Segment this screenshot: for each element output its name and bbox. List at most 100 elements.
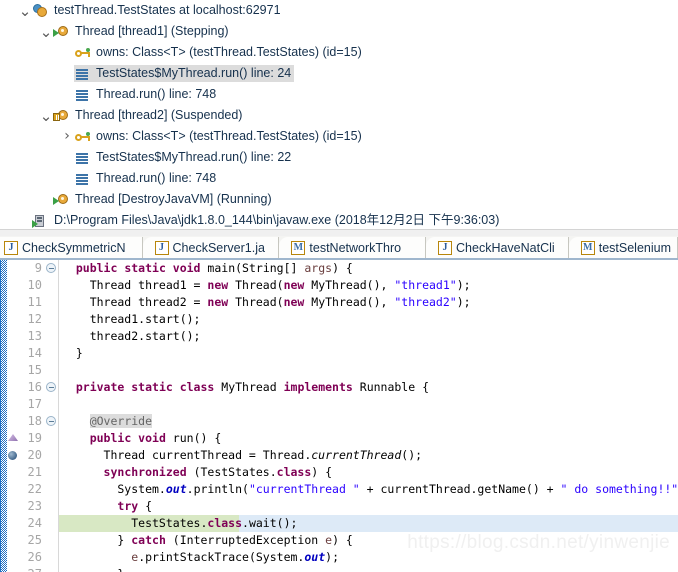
debug-tree-row[interactable]: TestStates$MyThread.run() line: 22: [0, 147, 678, 168]
code-line[interactable]: Thread currentThread = Thread.currentThr…: [59, 447, 678, 464]
tree-row-content[interactable]: Thread [DestroyJavaVM] (Running): [53, 191, 275, 208]
code-line[interactable]: thread1.start();: [59, 311, 678, 328]
line-number: 22: [27, 482, 42, 496]
chevron-down-icon[interactable]: ⌄: [18, 3, 32, 18]
fold-collapse-icon[interactable]: [46, 416, 56, 426]
tree-row-content[interactable]: TestStates$MyThread.run() line: 22: [74, 149, 294, 166]
code-line[interactable]: public void run() {: [59, 430, 678, 447]
debug-tree-row[interactable]: owns: Class<T> (testThread.TestStates) (…: [0, 42, 678, 63]
chevron-right-icon[interactable]: ›: [60, 126, 74, 147]
debug-tree-row[interactable]: ⌄ testThread.TestStates at localhost:6297…: [0, 0, 678, 21]
code-text-area[interactable]: public static void main(String[] args) {…: [59, 260, 678, 572]
code-token: public void: [89, 431, 166, 445]
tree-row-label: owns: Class<T> (testThread.TestStates) (…: [96, 129, 362, 143]
editor-tab[interactable]: J CheckHaveNatCli: [426, 237, 569, 259]
java-file-icon: J: [154, 241, 169, 255]
tree-row-content[interactable]: owns: Class<T> (testThread.TestStates) (…: [74, 128, 365, 145]
editor-tab[interactable]: MtestNetworkThro: [279, 237, 427, 259]
code-line-text: Thread currentThread = Thread.currentThr…: [62, 448, 423, 462]
tree-row-content[interactable]: testThread.TestStates at localhost:62971: [32, 2, 284, 19]
tree-row-content[interactable]: Thread [thread1] (Stepping): [53, 23, 232, 40]
code-line-text: synchronized (TestStates.class) {: [62, 465, 333, 479]
monitor-key-icon: [74, 45, 91, 61]
breakpoint-icon[interactable]: [8, 451, 17, 460]
code-token: Thread(: [228, 278, 284, 292]
override-marker-icon[interactable]: [8, 434, 18, 441]
code-line[interactable]: Thread thread2 = new Thread(new MyThread…: [59, 294, 678, 311]
code-token: {: [138, 499, 153, 513]
code-token: }: [62, 346, 83, 360]
debug-view[interactable]: ⌄ testThread.TestStates at localhost:6297…: [0, 0, 678, 229]
code-line[interactable]: } catch (InterruptedException e) {: [59, 532, 678, 549]
code-line[interactable]: e.printStackTrace(System.out);: [59, 549, 678, 566]
editor-tab[interactable]: J CheckServer1.ja: [142, 237, 280, 259]
tree-row-content[interactable]: owns: Class<T> (testThread.TestStates) (…: [74, 44, 365, 61]
code-token: currentThread: [311, 448, 402, 462]
debug-tree-row[interactable]: Thread.run() line: 748: [0, 168, 678, 189]
code-token: Thread currentThread = Thread.: [62, 448, 312, 462]
editor-tab[interactable]: MtestSelenium: [568, 237, 678, 259]
fold-collapse-icon[interactable]: [46, 382, 56, 392]
line-number: 14: [27, 346, 42, 360]
code-line[interactable]: public static void main(String[] args) {: [59, 260, 678, 277]
stack-frame-icon: [74, 150, 91, 166]
stack-frame-icon: [74, 87, 91, 103]
debug-tree-row[interactable]: D:\Program Files\Java\jdk1.8.0_144\bin\j…: [0, 210, 678, 229]
debug-tree-row[interactable]: Thread.run() line: 748: [0, 84, 678, 105]
code-line[interactable]: Thread thread1 = new Thread(new MyThread…: [59, 277, 678, 294]
code-line[interactable]: System.out.println("currentThread " + cu…: [59, 481, 678, 498]
code-line[interactable]: try {: [59, 498, 678, 515]
editor-tab-label: CheckSymmetricN: [22, 241, 126, 255]
code-token: synchronized: [103, 465, 187, 479]
code-token: thread2.start();: [62, 329, 201, 343]
fold-collapse-icon[interactable]: [46, 263, 56, 273]
line-number: 16: [27, 380, 42, 394]
code-line[interactable]: }: [59, 345, 678, 362]
editor-tab-bar[interactable]: J CheckSymmetricN J CheckServer1.ja MtestNet…: [0, 236, 678, 259]
code-line-text: }: [62, 346, 83, 360]
tree-row-label: owns: Class<T> (testThread.TestStates) (…: [96, 45, 362, 59]
code-line[interactable]: thread2.start();: [59, 328, 678, 345]
code-line[interactable]: }: [59, 566, 678, 572]
debug-tree-row[interactable]: TestStates$MyThread.run() line: 24: [0, 63, 678, 84]
tree-row-label: D:\Program Files\Java\jdk1.8.0_144\bin\j…: [54, 213, 500, 227]
debug-tree-row[interactable]: ⌄ Thread [thread2] (Suspended): [0, 105, 678, 126]
thread-suspended-icon: [53, 108, 70, 124]
class-file-icon: M: [291, 241, 306, 255]
editor-tab[interactable]: J CheckSymmetricN: [0, 237, 143, 259]
chevron-down-icon[interactable]: ⌄: [39, 108, 53, 123]
chevron-down-icon[interactable]: ⌄: [39, 24, 53, 39]
code-line[interactable]: @Override: [59, 413, 678, 430]
tree-row-label: testThread.TestStates at localhost:62971: [54, 3, 281, 17]
tree-row-content[interactable]: Thread [thread2] (Suspended): [53, 107, 245, 124]
editor-tab-label: testSelenium: [598, 241, 671, 255]
code-token: Thread thread1 =: [62, 278, 208, 292]
code-editor[interactable]: 9101112131415161718192021222324252627282…: [0, 260, 678, 572]
line-number: 21: [27, 465, 42, 479]
code-line[interactable]: TestStates.class.wait();: [59, 515, 678, 532]
debug-tree-row[interactable]: ⌄ Thread [thread1] (Stepping): [0, 21, 678, 42]
code-line[interactable]: private static class MyThread implements…: [59, 379, 678, 396]
code-token: }: [62, 533, 132, 547]
tree-row-content[interactable]: D:\Program Files\Java\jdk1.8.0_144\bin\j…: [32, 212, 502, 229]
code-token: .wait();: [242, 516, 298, 530]
code-token: ) {: [332, 533, 353, 547]
code-token: }: [62, 567, 124, 572]
change-ruler: [0, 260, 7, 572]
folding-gutter[interactable]: [44, 260, 59, 572]
thread-running-icon: [53, 24, 70, 40]
tree-row-content[interactable]: TestStates$MyThread.run() line: 24: [74, 65, 295, 82]
debug-tree-row[interactable]: › owns: Class<T> (testThread.TestStates) …: [0, 126, 678, 147]
code-token: "currentThread ": [248, 482, 360, 496]
code-line[interactable]: [59, 396, 678, 413]
code-line[interactable]: synchronized (TestStates.class) {: [59, 464, 678, 481]
debug-tree-row[interactable]: Thread [DestroyJavaVM] (Running): [0, 189, 678, 210]
marker-gutter[interactable]: [7, 260, 18, 572]
code-line[interactable]: [59, 362, 678, 379]
code-token: thread1.start();: [62, 312, 201, 326]
code-token: "thread1": [394, 278, 457, 292]
tree-row-content[interactable]: Thread.run() line: 748: [74, 170, 219, 187]
tree-row-content[interactable]: Thread.run() line: 748: [74, 86, 219, 103]
